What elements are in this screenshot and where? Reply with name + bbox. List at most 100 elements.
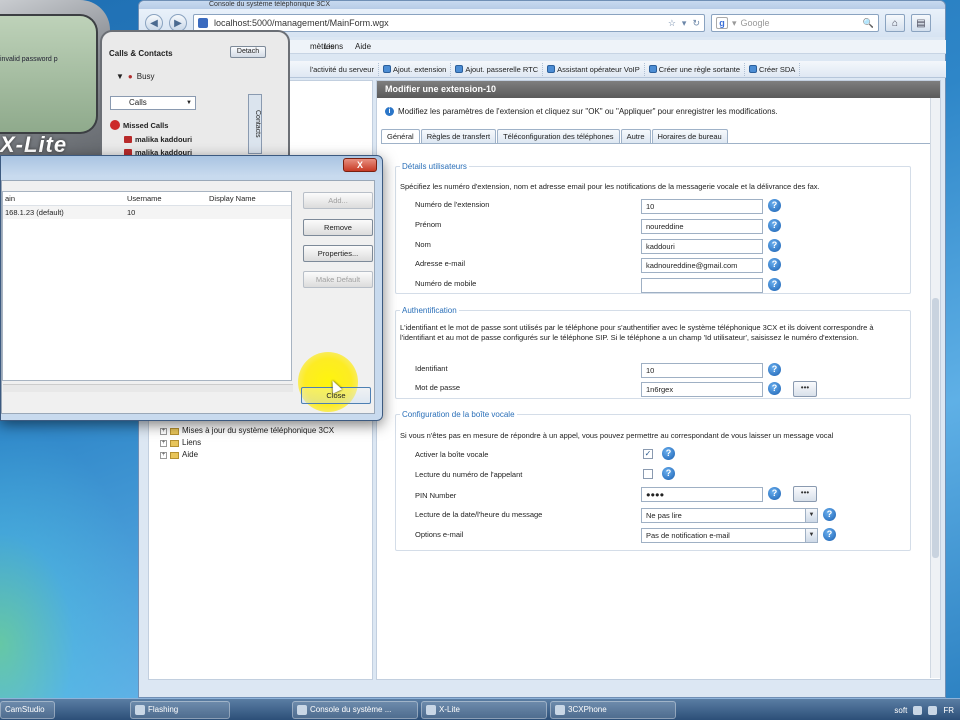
auth-password-input[interactable]: 1n6rgex	[641, 382, 763, 397]
datetime-select[interactable]: Ne pas lire ▼	[641, 508, 818, 523]
close-icon[interactable]: X	[343, 158, 377, 172]
home-icon[interactable]: ⌂	[885, 14, 905, 32]
missed-calls-header[interactable]: Missed Calls	[110, 120, 168, 130]
reload-icon[interactable]: ↻	[692, 18, 700, 29]
datetime-label: Lecture de la date/l'heure du message	[415, 510, 543, 519]
favicon-icon	[198, 18, 208, 28]
last-name-input[interactable]: kaddouri	[641, 239, 763, 254]
horizontal-scrollbar[interactable]	[3, 384, 293, 392]
help-icon[interactable]: ?	[768, 382, 781, 395]
email-options-label: Options e-mail	[415, 530, 464, 539]
search-bar[interactable]: g ▾ Google 🔍	[711, 14, 879, 32]
tab-forwarding-rules[interactable]: Règles de transfert	[420, 129, 497, 143]
system-tray: soft FR	[888, 699, 960, 720]
chevron-down-icon[interactable]: ▼	[805, 509, 817, 522]
description-text: Modifiez les paramètres de l'extension e…	[398, 107, 778, 116]
dropdown-icon[interactable]: ▾	[682, 18, 687, 29]
extension-number-input[interactable]: 10	[641, 199, 763, 214]
help-icon[interactable]: ?	[768, 239, 781, 252]
remove-button[interactable]: Remove	[303, 219, 373, 236]
list-item[interactable]: 168.1.23 (default) 10	[3, 206, 291, 219]
xlite-softphone: invalid password p X-Lite	[0, 0, 110, 170]
tab-office-hours[interactable]: Horaires de bureau	[651, 129, 728, 143]
column-username[interactable]: Username	[127, 192, 162, 206]
toolbar-add-gateway[interactable]: Ajout. passerelle RTC	[451, 62, 544, 76]
chevron-down-icon[interactable]: ▼	[805, 529, 817, 542]
taskbar-item-3cxphone[interactable]: 3CXPhone	[550, 700, 676, 719]
accounts-list[interactable]: ain Username Display Name 168.1.23 (defa…	[2, 191, 293, 392]
auth-id-input[interactable]: 10	[641, 363, 763, 378]
tab-phone-provisioning[interactable]: Téléconfiguration des téléphones	[497, 129, 620, 143]
column-domain[interactable]: ain	[5, 192, 15, 206]
navigation-tree: + Mises à jour du système téléphonique 3…	[160, 425, 334, 461]
chevron-down-icon[interactable]: ▼	[186, 97, 192, 109]
help-icon[interactable]: ?	[662, 447, 675, 460]
tree-item-help[interactable]: + Aide	[160, 449, 334, 461]
tree-item-updates[interactable]: + Mises à jour du système téléphonique 3…	[160, 425, 334, 437]
expand-icon[interactable]: +	[160, 439, 167, 447]
help-icon[interactable]: ?	[768, 219, 781, 232]
presence-status[interactable]: ▼ ● Busy	[116, 72, 155, 81]
first-name-input[interactable]: noureddine	[641, 219, 763, 234]
help-icon[interactable]: ?	[662, 467, 675, 480]
tree-item-links[interactable]: + Liens	[160, 437, 334, 449]
toolbar-outbound-rule[interactable]: Créer une règle sortante	[645, 62, 746, 76]
cell-username: 10	[127, 208, 136, 217]
caller-id-checkbox[interactable]	[643, 469, 653, 479]
calls-dropdown[interactable]: Calls ▼	[110, 96, 196, 110]
toolbar-voip-wizard[interactable]: Assistant opérateur VoIP	[543, 62, 645, 76]
network-icon[interactable]	[913, 705, 923, 715]
add-button[interactable]: Add...	[303, 192, 373, 209]
help-icon[interactable]: ?	[768, 199, 781, 212]
taskbar-label: Console du système ...	[310, 704, 392, 714]
tree-item-label: Mises à jour du système téléphonique 3CX	[182, 426, 335, 435]
taskbar-item-console[interactable]: Console du système ...	[292, 700, 418, 719]
contacts-vertical-tab[interactable]: Contacts	[248, 94, 262, 154]
chevron-down-icon[interactable]: ▼	[116, 72, 124, 81]
help-icon[interactable]: ?	[768, 487, 781, 500]
missed-call-entry[interactable]: malika kaddouri	[124, 135, 192, 144]
search-icon[interactable]: 🔍	[863, 18, 874, 29]
toolbar-add-extension[interactable]: Ajout. extension	[379, 62, 452, 76]
extension-icon	[382, 65, 391, 73]
tab-other[interactable]: Autre	[620, 129, 651, 143]
email-options-select[interactable]: Pas de notification e-mail ▼	[641, 528, 818, 543]
help-icon[interactable]: ?	[823, 528, 836, 541]
expand-icon[interactable]: +	[160, 451, 167, 459]
properties-button[interactable]: Properties...	[303, 245, 373, 262]
vertical-scrollbar[interactable]	[930, 98, 940, 678]
taskbar-item-xlite[interactable]: X-Lite	[421, 700, 547, 719]
expand-icon[interactable]: +	[160, 427, 167, 435]
toolbar-create-did[interactable]: Créer SDA	[745, 62, 801, 76]
detach-button[interactable]: Detach	[230, 46, 266, 58]
generate-pin-button[interactable]: •••	[793, 486, 817, 502]
help-icon[interactable]: ?	[768, 278, 781, 291]
email-input[interactable]: kadnoureddine@gmail.com	[641, 258, 763, 273]
toolbar-label: Créer une règle sortante	[658, 64, 741, 74]
contacts-title: Calls & Contacts	[109, 49, 173, 58]
menu-item-liens[interactable]: Liens	[324, 40, 343, 54]
generate-password-button[interactable]: •••	[793, 381, 817, 397]
taskbar-item-camstudio[interactable]: CamStudio	[0, 700, 55, 719]
pin-number-input[interactable]: ●●●●	[641, 487, 763, 502]
help-icon[interactable]: ?	[823, 508, 836, 521]
missed-call-icon	[110, 120, 120, 130]
enable-voicemail-checkbox[interactable]: ✓	[643, 449, 653, 459]
taskbar-item-flashing[interactable]: Flashing	[130, 700, 230, 719]
menu-item-aide[interactable]: Aide	[355, 40, 371, 54]
scrollbar-thumb[interactable]	[932, 298, 939, 558]
tab-general[interactable]: Général	[381, 129, 420, 144]
star-icon[interactable]: ☆	[668, 18, 676, 29]
make-default-button[interactable]: Make Default	[303, 271, 373, 288]
info-icon: i	[385, 107, 394, 116]
volume-icon[interactable]	[928, 705, 938, 715]
help-icon[interactable]: ?	[768, 258, 781, 271]
dropdown-icon[interactable]: ▾	[732, 18, 737, 29]
column-display-name[interactable]: Display Name	[209, 192, 256, 206]
desktop-wallpaper	[0, 420, 150, 700]
list-header: ain Username Display Name	[3, 192, 291, 206]
bookmarks-icon[interactable]: ▤	[911, 14, 931, 32]
language-indicator[interactable]: FR	[943, 706, 954, 715]
help-icon[interactable]: ?	[768, 363, 781, 376]
mobile-number-input[interactable]	[641, 278, 763, 293]
